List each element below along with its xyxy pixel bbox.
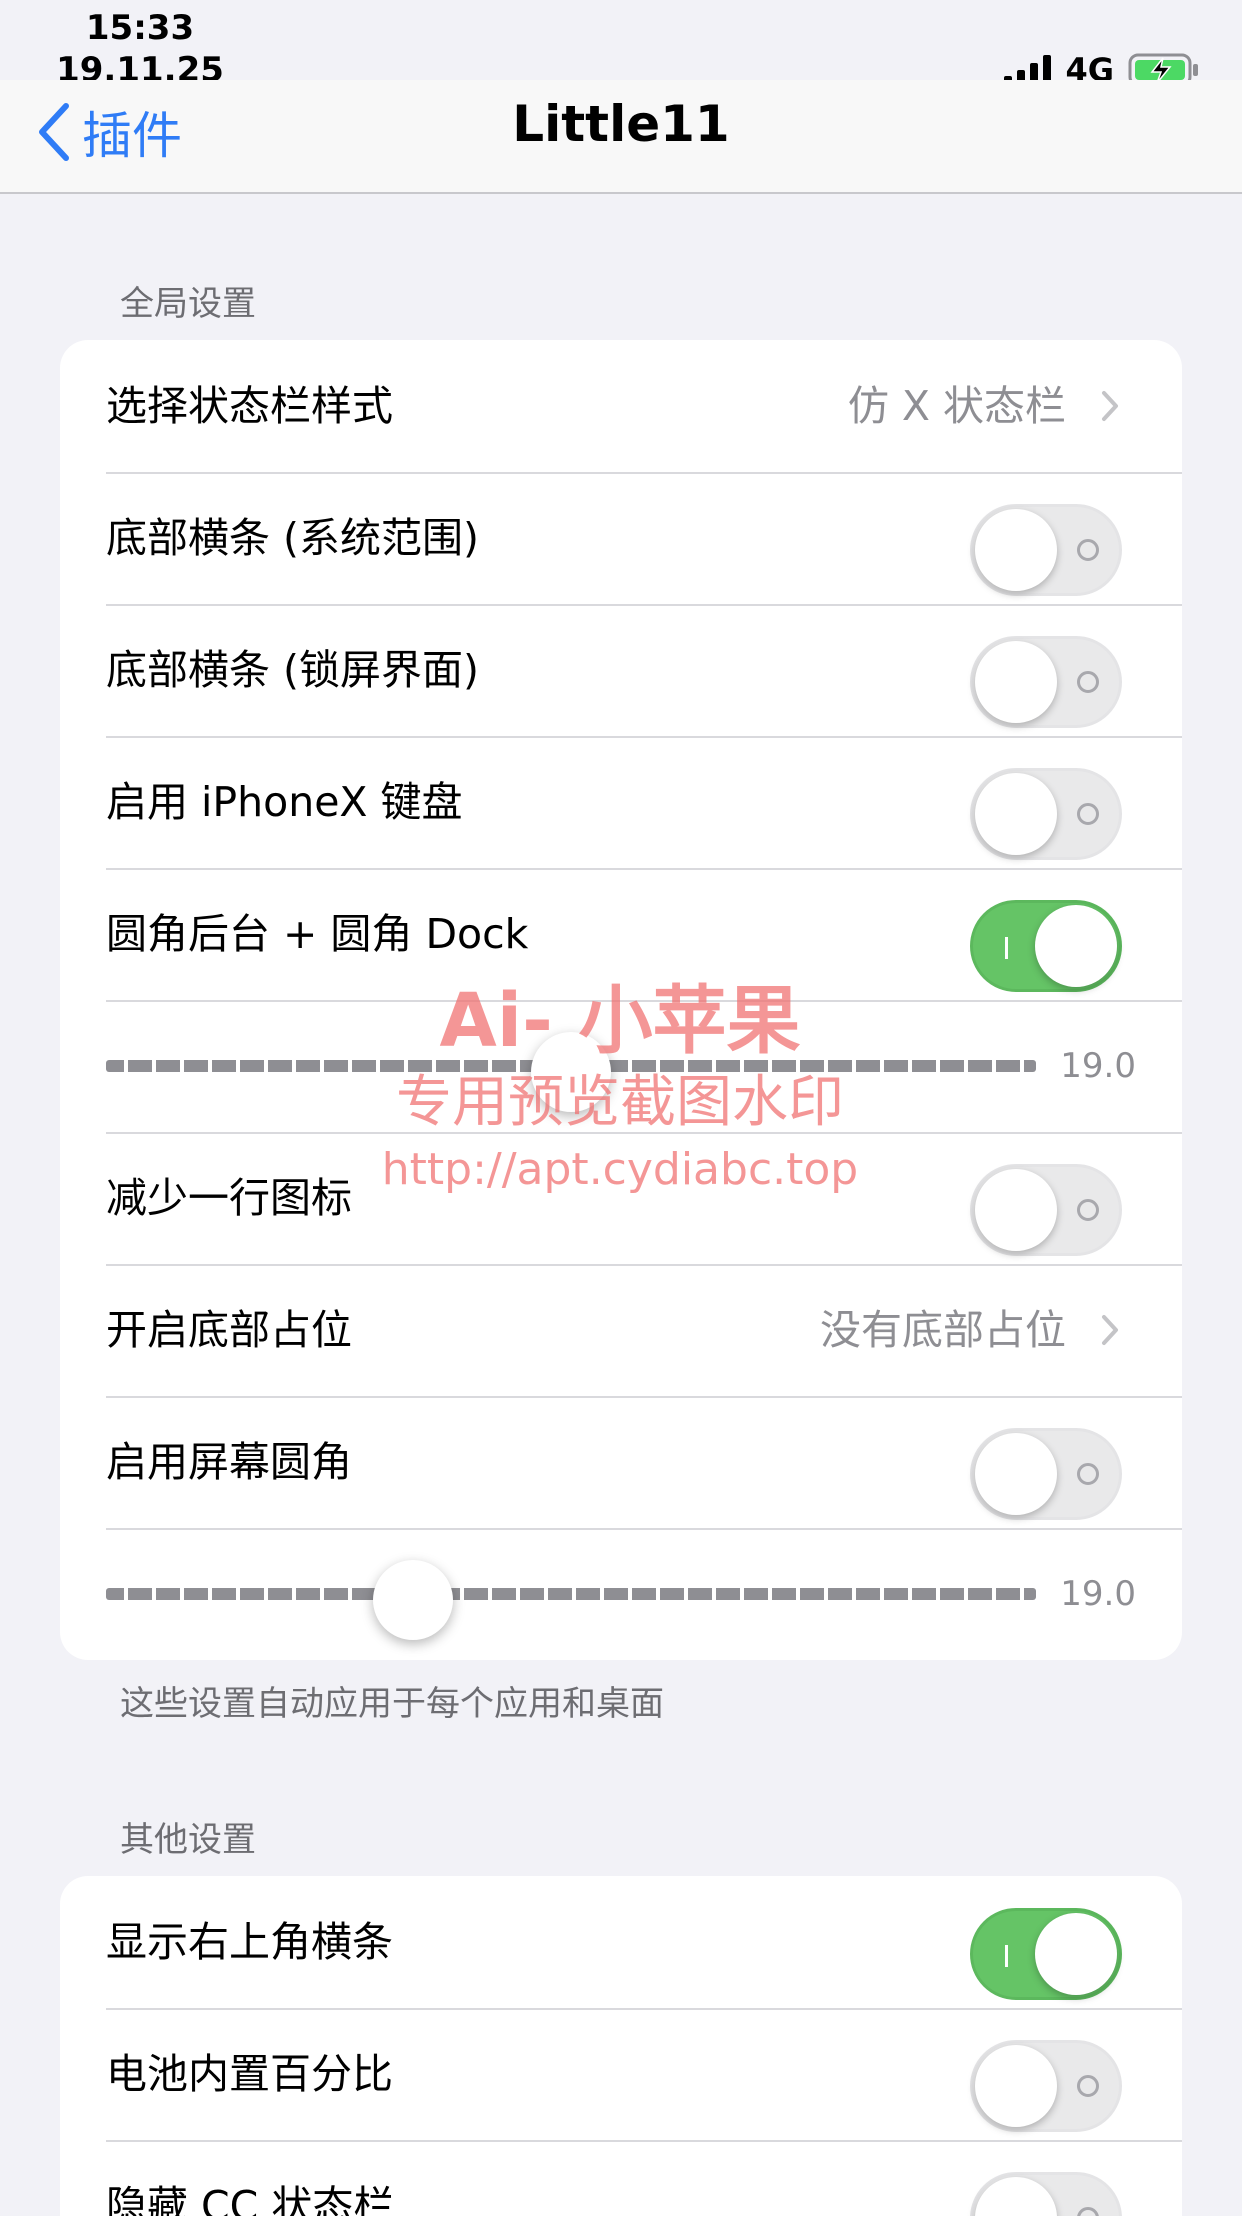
iphonex-keyboard-row: 启用 iPhoneX 键盘: [60, 736, 1182, 868]
watermark-line2: 专用预览截图水印: [396, 1070, 844, 1135]
section-footer-global: 这些设置自动应用于每个应用和桌面: [120, 1684, 664, 1724]
rounded-switcher-dock-toggle[interactable]: [970, 900, 1122, 992]
slider-thumb[interactable]: [372, 1560, 453, 1640]
battery-percentage-toggle[interactable]: [970, 2040, 1122, 2132]
row-value: 仿 X 状态栏: [847, 382, 1066, 430]
status-bar: 15:33 19.11.25 4G: [0, 0, 1242, 90]
watermark-line1: Ai- 小苹果: [439, 978, 801, 1064]
statusbar-style-row[interactable]: 选择状态栏样式 仿 X 状态栏: [60, 340, 1182, 472]
watermark: Ai- 小苹果 专用预览截图水印 http://apt.cydiabc.top: [300, 980, 940, 1198]
screen-corners-toggle[interactable]: [970, 1428, 1122, 1520]
top-right-bar-toggle[interactable]: [970, 1908, 1122, 2000]
section-header-other: 其他设置: [120, 1820, 256, 1860]
bottom-inset-row[interactable]: 开启底部占位 没有底部占位: [60, 1264, 1182, 1396]
row-label: 启用 iPhoneX 键盘: [106, 778, 463, 826]
slider-value: 19.0: [1060, 1574, 1136, 1614]
slider-value: 19.0: [1060, 1046, 1136, 1086]
status-time: 15:33: [85, 8, 195, 48]
watermark-line3: http://apt.cydiabc.top: [381, 1144, 859, 1195]
navigation-bar: 插件 Little11: [0, 80, 1242, 194]
row-label: 启用屏幕圆角: [106, 1438, 352, 1486]
hide-cc-statusbar-toggle[interactable]: [970, 2172, 1122, 2216]
chevron-right-icon: [1102, 391, 1118, 421]
page-title: Little11: [512, 95, 730, 153]
hide-cc-statusbar-row: 隐藏 CC 状态栏: [60, 2140, 1182, 2216]
screen-corners-row: 启用屏幕圆角: [60, 1396, 1182, 1528]
row-label: 底部横条 (系统范围): [106, 514, 480, 562]
row-value: 没有底部占位: [820, 1306, 1066, 1354]
home-bar-system-row: 底部横条 (系统范围): [60, 472, 1182, 604]
battery-percentage-row: 电池内置百分比: [60, 2008, 1182, 2140]
screen-corner-radius-slider-row: 19.0: [60, 1528, 1182, 1660]
row-label: 底部横条 (锁屏界面): [106, 646, 480, 694]
reduce-icon-row-toggle[interactable]: [970, 1164, 1122, 1256]
top-right-bar-row: 显示右上角横条: [60, 1876, 1182, 2008]
home-bar-system-toggle[interactable]: [970, 504, 1122, 596]
row-label: 选择状态栏样式: [106, 382, 393, 430]
row-label: 电池内置百分比: [106, 2050, 393, 2098]
section-header-global: 全局设置: [120, 284, 256, 324]
row-label: 显示右上角横条: [106, 1918, 393, 1966]
row-label: 开启底部占位: [106, 1306, 352, 1354]
iphonex-keyboard-toggle[interactable]: [970, 768, 1122, 860]
other-settings-group: 显示右上角横条 电池内置百分比 隐藏 CC 状态栏: [60, 1876, 1182, 2216]
home-bar-lockscreen-row: 底部横条 (锁屏界面): [60, 604, 1182, 736]
slider-track[interactable]: [106, 1588, 1036, 1600]
chevron-right-icon: [1102, 1315, 1118, 1345]
home-bar-lockscreen-toggle[interactable]: [970, 636, 1122, 728]
row-label: 隐藏 CC 状态栏: [106, 2182, 395, 2216]
